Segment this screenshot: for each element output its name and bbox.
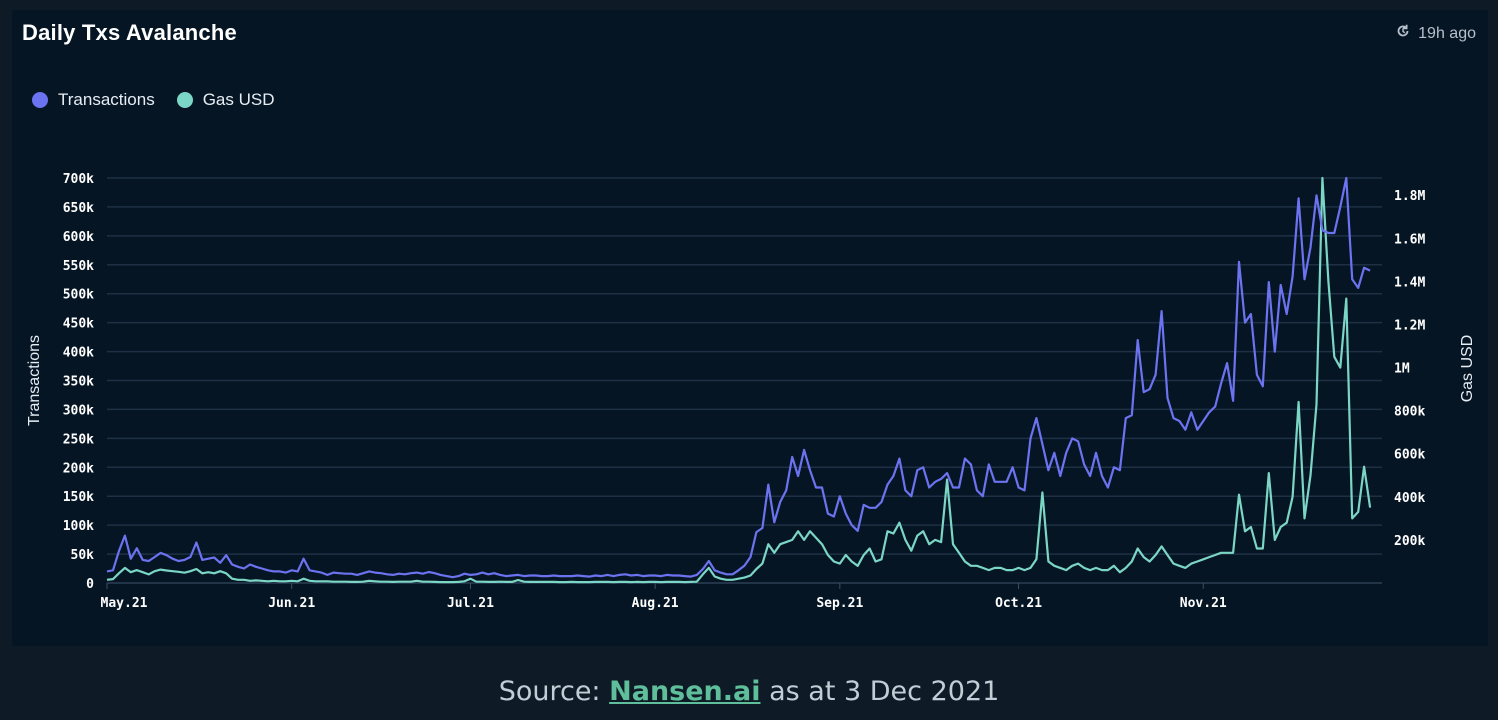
y-right-tick-label: 200k: [1394, 534, 1425, 549]
y-left-tick-label: 100k: [63, 519, 94, 534]
series-line-transactions: [106, 176, 1371, 579]
y-left-tick-label: 400k: [63, 346, 94, 361]
y-right-tick-label: 400k: [1394, 491, 1425, 506]
y-left-tick-label: 700k: [63, 172, 94, 187]
y-left-tick-label: 150k: [63, 490, 94, 505]
x-tick-label: Jun.21: [268, 596, 315, 611]
y-left-tick-label: 650k: [63, 201, 94, 216]
y-right-tick-label: 1.2M: [1394, 318, 1425, 333]
y-right-tick-label: 1.8M: [1394, 189, 1425, 204]
caption-suffix: as at 3 Dec 2021: [760, 676, 1000, 707]
y-left-tick-label: 250k: [63, 432, 94, 447]
source-caption: Source: Nansen.ai as at 3 Dec 2021: [0, 676, 1498, 707]
y-right-tick-label: 1M: [1394, 362, 1410, 377]
x-tick-label: Jul.21: [447, 596, 494, 611]
y-left-tick-label: 200k: [63, 461, 94, 476]
caption-prefix: Source:: [498, 676, 610, 707]
x-tick-label: Nov.21: [1180, 596, 1227, 611]
y-left-tick-label: 300k: [63, 403, 94, 418]
y-right-tick-label: 1.6M: [1394, 232, 1425, 247]
y-left-tick-label: 500k: [63, 288, 94, 303]
x-tick-label: Oct.21: [995, 596, 1042, 611]
x-tick-label: Aug.21: [632, 596, 679, 611]
y-left-tick-label: 450k: [63, 317, 94, 332]
y-right-tick-label: 1.4M: [1394, 275, 1425, 290]
y-right-tick-label: 600k: [1394, 448, 1425, 463]
y-right-axis-title: Gas USD: [1459, 335, 1476, 403]
source-link[interactable]: Nansen.ai: [609, 676, 760, 707]
y-left-axis-title: Transactions: [26, 335, 43, 426]
y-left-tick-label: 350k: [63, 375, 94, 390]
x-tick-label: Sep.21: [816, 596, 863, 611]
y-left-tick-label: 550k: [63, 259, 94, 274]
line-chart: 0 50k 100k 150k 200k 250k 300k 350k 400k 450k 500k…: [26, 172, 1476, 611]
y-right-tick-label: 800k: [1394, 405, 1425, 420]
y-left-tick-label: 0: [86, 577, 94, 592]
x-tick-label: May.21: [101, 596, 148, 611]
y-left-tick-label: 600k: [63, 230, 94, 245]
y-left-tick-label: 50k: [71, 548, 95, 563]
